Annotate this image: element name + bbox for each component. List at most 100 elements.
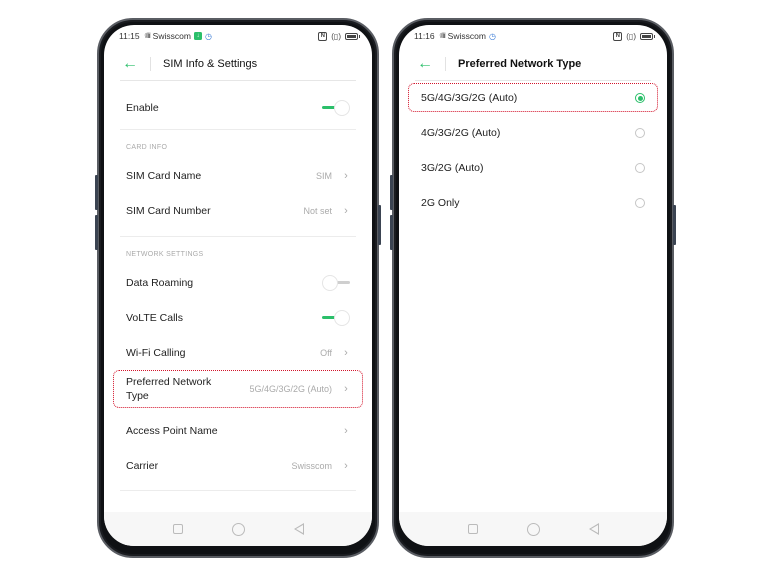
recents-icon[interactable] (467, 524, 478, 534)
signal-icon: ᵍ‖ıl (144, 32, 151, 40)
toggle-knob (334, 100, 350, 116)
page-title: SIM Info & Settings (163, 58, 258, 70)
arrow-left-icon[interactable]: ← (122, 56, 142, 72)
divider (445, 57, 446, 71)
volte-calls-toggle[interactable] (322, 310, 350, 326)
volume-up-button (95, 175, 98, 210)
radio-selected-icon[interactable] (635, 93, 645, 103)
network-option-row[interactable]: 3G/2G (Auto) (413, 156, 653, 180)
status-time: 11:16 (414, 31, 435, 41)
toggle-track (336, 281, 350, 284)
vibrate-icon: (▯) (626, 31, 636, 41)
divider (415, 80, 651, 81)
volume-down-button (390, 215, 393, 250)
divider (120, 80, 356, 81)
enable-row[interactable]: Enable (118, 95, 358, 121)
volume-up-button (390, 175, 393, 210)
network-option-row[interactable]: 2G Only (413, 191, 653, 215)
volume-down-button (95, 215, 98, 250)
preferred-network-type-label: Preferred Network Type (126, 375, 249, 403)
radio-unselected-icon[interactable] (635, 163, 645, 173)
carrier-label: Carrier (126, 460, 159, 472)
section-header-network-settings: NETWORK SETTINGS (126, 251, 204, 258)
network-option-label: 4G/3G/2G (Auto) (421, 127, 501, 139)
preferred-network-type-row[interactable]: Preferred Network Type 5G/4G/3G/2G (Auto… (118, 372, 358, 406)
network-option-label: 2G Only (421, 197, 460, 209)
status-time: 11:15 (119, 31, 140, 41)
preferred-network-type-value: 5G/4G/3G/2G (Auto) (249, 384, 332, 394)
access-point-name-label: Access Point Name (126, 425, 218, 437)
back-icon[interactable] (293, 523, 304, 535)
arrow-left-icon[interactable]: ← (417, 56, 437, 72)
network-option-row[interactable]: 5G/4G/3G/2G (Auto) (413, 86, 653, 110)
sim-card-name-row[interactable]: SIM Card Name SIM › (118, 163, 358, 189)
carrier-name: Swisscom (447, 31, 486, 41)
phone-right: 11:16 ᵍ‖ıl Swisscom ◷ N (▯) ← Preferred … (390, 18, 676, 558)
sim-card-number-label: SIM Card Number (126, 205, 211, 217)
vibrate-icon: (▯) (331, 31, 341, 41)
app-bar: ← Preferred Network Type (399, 47, 667, 81)
chevron-right-icon: › (344, 383, 348, 395)
radio-unselected-icon[interactable] (635, 128, 645, 138)
nfc-icon: N (613, 31, 623, 41)
network-option-row[interactable]: 4G/3G/2G (Auto) (413, 121, 653, 145)
app-bar: ← SIM Info & Settings (104, 47, 372, 81)
divider (120, 236, 356, 237)
section-header-card-info: CARD INFO (126, 144, 168, 151)
divider (150, 57, 151, 71)
sim-card-name-value: SIM (315, 171, 332, 181)
back-icon[interactable] (588, 523, 599, 535)
blue-sync-icon: ◷ (204, 31, 212, 41)
wifi-calling-label: Wi-Fi Calling (126, 347, 186, 359)
phone-left: 11:15 ᵍ‖ıl Swisscom ↓ ◷ N (▯) ← SIM Info… (95, 18, 381, 558)
chevron-right-icon: › (344, 347, 348, 359)
screen: 11:16 ᵍ‖ıl Swisscom ◷ N (▯) ← Preferred … (399, 25, 667, 546)
chevron-right-icon: › (344, 170, 348, 182)
sim-card-number-value: Not set (303, 206, 332, 216)
enable-toggle[interactable] (322, 100, 350, 116)
navigation-bar (399, 512, 667, 546)
sim-card-name-label: SIM Card Name (126, 170, 202, 182)
data-roaming-row[interactable]: Data Roaming (118, 270, 358, 296)
home-icon[interactable] (231, 522, 245, 536)
chevron-right-icon: › (344, 460, 348, 472)
navigation-bar (104, 512, 372, 546)
label-line-1: Preferred Network (126, 376, 212, 388)
nfc-icon: N (318, 31, 328, 41)
battery-icon (640, 32, 655, 40)
home-icon[interactable] (526, 522, 540, 536)
network-option-label: 5G/4G/3G/2G (Auto) (421, 92, 518, 104)
enable-label: Enable (126, 102, 159, 114)
toggle-knob (334, 310, 350, 326)
battery-icon (345, 32, 360, 40)
wifi-calling-value: Off (320, 348, 332, 358)
toggle-knob (322, 275, 338, 291)
divider (120, 129, 356, 130)
green-notification-icon: ↓ (193, 32, 202, 40)
data-roaming-toggle[interactable] (322, 275, 350, 291)
carrier-name: Swisscom (152, 31, 191, 41)
sim-card-number-row[interactable]: SIM Card Number Not set › (118, 198, 358, 224)
blue-sync-icon: ◷ (488, 31, 496, 41)
wifi-calling-row[interactable]: Wi-Fi Calling Off › (118, 340, 358, 366)
carrier-row[interactable]: Carrier Swisscom › (118, 453, 358, 479)
network-option-label: 3G/2G (Auto) (421, 162, 484, 174)
volte-calls-row[interactable]: VoLTE Calls (118, 305, 358, 331)
volte-calls-label: VoLTE Calls (126, 312, 183, 324)
recents-icon[interactable] (172, 524, 183, 534)
data-roaming-label: Data Roaming (126, 277, 194, 289)
signal-icon: ᵍ‖ıl (439, 32, 446, 40)
chevron-right-icon: › (344, 425, 348, 437)
radio-unselected-icon[interactable] (635, 198, 645, 208)
power-button (378, 205, 381, 245)
chevron-right-icon: › (344, 205, 348, 217)
screen: 11:15 ᵍ‖ıl Swisscom ↓ ◷ N (▯) ← SIM Info… (104, 25, 372, 546)
label-line-2: Type (126, 390, 149, 402)
power-button (673, 205, 676, 245)
status-bar: 11:15 ᵍ‖ıl Swisscom ↓ ◷ N (▯) (104, 25, 372, 47)
status-bar: 11:16 ᵍ‖ıl Swisscom ◷ N (▯) (399, 25, 667, 47)
divider (120, 490, 356, 491)
carrier-value: Swisscom (291, 461, 332, 471)
page-title: Preferred Network Type (458, 58, 582, 70)
access-point-name-row[interactable]: Access Point Name › (118, 418, 358, 444)
